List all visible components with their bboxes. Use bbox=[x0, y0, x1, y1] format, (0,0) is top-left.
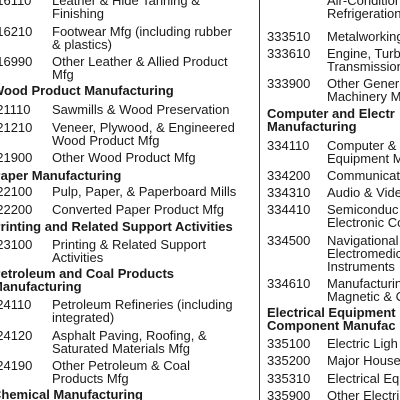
industry-description: Asphalt Paving, Roofing, & Saturated Mate… bbox=[52, 329, 254, 355]
industry-description-line: Other Electri bbox=[327, 388, 400, 400]
naics-code-column-right: Air-Condition Refrigeration 333510 Metalwor… bbox=[267, 0, 400, 400]
naics-code: 335100 bbox=[267, 336, 311, 351]
industry-description-line: Instruments bbox=[327, 259, 395, 274]
section-heading: Electrical Equipment Component Manufac bbox=[267, 306, 400, 332]
naics-code: 323100 bbox=[0, 237, 33, 252]
naics-code: 316110 bbox=[0, 0, 32, 8]
naics-code: 334410 bbox=[267, 202, 311, 217]
industry-description: Audio & Vide bbox=[327, 186, 400, 199]
section-heading: Computer and Electr Manufacturing bbox=[267, 107, 400, 133]
section-heading: Paper Manufacturing bbox=[0, 169, 254, 182]
naics-code: 321210 bbox=[0, 120, 33, 135]
industry-description: Electric Ligh bbox=[327, 337, 400, 350]
section-heading-line: Paper Manufacturing bbox=[0, 168, 122, 183]
industry-description: Pulp, Paper, & Paperboard Mills bbox=[52, 185, 254, 198]
industry-description-line: Other Wood Product Mfg bbox=[52, 150, 196, 165]
industry-description: Computer & Equipment M bbox=[327, 139, 400, 165]
industry-description: Printing & Related Support Activities bbox=[52, 238, 254, 264]
industry-description: Air-Condition Refrigeration bbox=[327, 0, 400, 20]
naics-code: 333900 bbox=[267, 76, 311, 91]
naics-code: 324120 bbox=[0, 328, 33, 343]
naics-code: 334310 bbox=[267, 185, 311, 200]
naics-code: 322100 bbox=[0, 184, 33, 199]
industry-description: Converted Paper Product Mfg bbox=[52, 203, 254, 216]
industry-description-line: Pulp, Paper, & Paperboard Mills bbox=[52, 184, 237, 199]
industry-description-line: integrated) bbox=[52, 310, 115, 325]
industry-description-line: Communicat bbox=[327, 168, 400, 183]
industry-description-line: Products Mfg bbox=[52, 371, 129, 386]
industry-description: Other Gener Machinery M bbox=[327, 77, 400, 103]
industry-description-line: Electric Ligh bbox=[327, 336, 398, 351]
naics-code: 335200 bbox=[267, 353, 311, 368]
naics-code: 334110 bbox=[267, 138, 310, 153]
industry-description: Major House bbox=[327, 354, 400, 367]
industry-description-line: Audio & Vide bbox=[327, 185, 400, 200]
section-heading-line: Component Manufac bbox=[267, 318, 396, 333]
naics-code: 316990 bbox=[0, 54, 33, 69]
naics-code: 333510 bbox=[267, 29, 311, 44]
naics-code: 321110 bbox=[0, 102, 31, 117]
naics-code-column-left: 316110 Leather & Hide Tanning &Finishing 3… bbox=[0, 0, 254, 400]
industry-description: Sawmills & Wood Preservation bbox=[52, 103, 254, 116]
industry-description: Engine, Turb Transmission bbox=[327, 47, 400, 73]
industry-description-line: Wood Product Mfg bbox=[52, 133, 160, 148]
industry-description-line: Transmission bbox=[327, 59, 400, 74]
industry-description-line: Finishing bbox=[52, 6, 105, 21]
industry-description-line: Magnetic & C bbox=[327, 289, 400, 304]
industry-description: Other Electri bbox=[327, 389, 400, 400]
naics-code: 324190 bbox=[0, 358, 33, 373]
industry-description: Leather & Hide Tanning & Finishing bbox=[52, 0, 254, 20]
section-heading: Wood Product Manufacturing bbox=[0, 84, 254, 97]
naics-code: 335900 bbox=[267, 388, 311, 400]
section-heading-line: Manufacturing bbox=[267, 119, 357, 134]
industry-description-line: Metalworking bbox=[327, 29, 400, 44]
industry-description: Footwear Mfg (including rubber & plastics… bbox=[52, 25, 254, 51]
naics-code: 334200 bbox=[267, 168, 311, 183]
industry-description: Communicat bbox=[327, 169, 400, 182]
industry-description-line: Refrigeration bbox=[327, 6, 400, 21]
naics-code: 335310 bbox=[267, 371, 311, 386]
naics-code: 334610 bbox=[267, 276, 311, 291]
section-heading-line: Manufacturing bbox=[0, 279, 82, 294]
naics-code: 333610 bbox=[267, 46, 311, 61]
industry-description-line: Sawmills & Wood Preservation bbox=[52, 102, 230, 117]
naics-code: 324110 bbox=[0, 297, 32, 312]
naics-code: 322200 bbox=[0, 202, 33, 217]
naics-code: 316210 bbox=[0, 24, 33, 39]
industry-description: Semiconduc Electronic Co bbox=[327, 203, 400, 229]
industry-description: Other Wood Product Mfg bbox=[52, 151, 254, 164]
industry-description-line: Electronic Co bbox=[327, 215, 400, 230]
section-heading: Printing and Related Support Activities bbox=[0, 220, 254, 233]
industry-description: Manufacturin Magnetic & C bbox=[327, 277, 400, 303]
section-heading-line: Printing and Related Support Activities bbox=[0, 219, 233, 234]
industry-description-line: Activities bbox=[52, 250, 104, 265]
industry-description-line: & plastics) bbox=[52, 37, 112, 52]
industry-description-line: Major House bbox=[327, 353, 400, 368]
industry-description-line: Converted Paper Product Mfg bbox=[52, 202, 224, 217]
industry-description-line: Equipment M bbox=[327, 151, 400, 166]
industry-description: Veneer, Plywood, & Engineered Wood Produc… bbox=[52, 121, 254, 147]
industry-description-line: Other Leather & Allied Product bbox=[52, 54, 228, 69]
industry-description-line: Mfg bbox=[52, 67, 74, 82]
industry-description: Electrical Eq bbox=[327, 372, 400, 385]
naics-code: 334500 bbox=[267, 233, 311, 248]
industry-description-line: Electrical Eq bbox=[327, 371, 400, 386]
section-heading: Petroleum and Coal Products Manufacturing bbox=[0, 267, 254, 293]
naics-code: 321900 bbox=[0, 150, 33, 165]
section-heading-line: Wood Product Manufacturing bbox=[0, 83, 174, 98]
industry-description: Other Leather & Allied Product Mfg bbox=[52, 55, 254, 81]
column-divider bbox=[259, 0, 260, 400]
section-heading-line: Chemical Manufacturing bbox=[0, 387, 143, 400]
industry-description: Navigational Electromedic Instruments bbox=[327, 234, 400, 273]
section-heading: Chemical Manufacturing bbox=[0, 388, 254, 400]
industry-description-line: Machinery M bbox=[327, 89, 400, 104]
industry-description: Other Petroleum & Coal Products Mfg bbox=[52, 359, 254, 385]
industry-description: Petroleum Refineries (including integrate… bbox=[52, 298, 254, 324]
industry-description-line: Saturated Materials Mfg bbox=[52, 341, 191, 356]
industry-description: Metalworking bbox=[327, 30, 400, 43]
